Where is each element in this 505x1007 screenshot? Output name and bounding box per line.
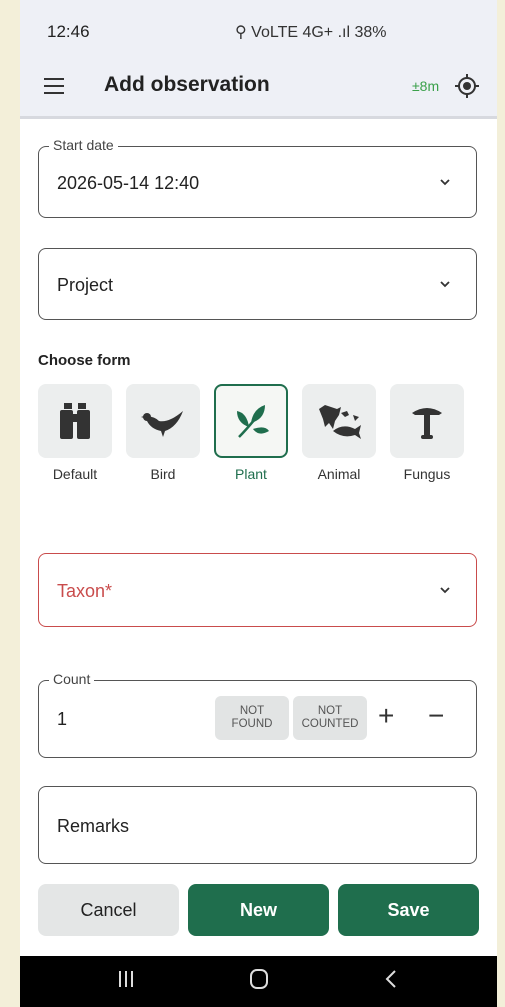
new-button[interactable]: New <box>188 884 329 936</box>
form-option-label: Bird <box>150 466 176 482</box>
form-option-plant[interactable]: Plant <box>214 384 288 482</box>
leaf-icon <box>237 405 269 438</box>
app-bar: Add observation ±8m <box>20 64 497 119</box>
animal-icon <box>319 405 361 439</box>
not-found-label: NOT FOUND <box>231 705 273 730</box>
mushroom-icon <box>412 408 442 439</box>
project-placeholder: Project <box>57 275 114 295</box>
count-value: 1 <box>57 709 68 729</box>
start-date-field[interactable]: Start date 2026-05-14 12:40 <box>38 137 477 218</box>
gps-locate-icon[interactable] <box>454 73 480 99</box>
menu-icon[interactable] <box>44 78 64 96</box>
status-time: 12:46 <box>47 22 90 41</box>
form-option-fungus[interactable]: Fungus <box>390 384 464 482</box>
not-found-button[interactable]: NOT FOUND <box>215 696 289 740</box>
cancel-button[interactable]: Cancel <box>38 884 179 936</box>
count-label: Count <box>49 671 95 687</box>
start-date-value: 2026-05-14 12:40 <box>57 173 200 193</box>
choose-form-label: Choose form <box>38 352 131 369</box>
status-bar: 12:46 ⚲ VoLTE 4G+ .ıl 38% <box>20 0 497 64</box>
remarks-field[interactable]: Remarks <box>38 786 477 864</box>
page-title: Add observation <box>104 73 270 96</box>
system-nav-bar <box>20 956 497 1007</box>
taxon-placeholder: Taxon* <box>57 581 113 601</box>
back-icon[interactable] <box>384 968 398 990</box>
chevron-down-icon <box>440 281 450 288</box>
status-icons: ⚲ VoLTE 4G+ .ıl 38% <box>235 24 387 41</box>
form-option-label: Fungus <box>403 466 451 482</box>
form-option-label: Default <box>52 466 98 482</box>
chevron-down-icon <box>440 179 450 186</box>
form-option-bird[interactable]: Bird <box>126 384 200 482</box>
form-option-default[interactable]: Default <box>38 384 112 482</box>
form-option-animal[interactable]: Animal <box>302 384 376 482</box>
bird-icon <box>141 411 183 437</box>
recent-apps-icon[interactable] <box>118 968 134 990</box>
increment-button[interactable]: + <box>378 700 394 732</box>
not-counted-label: NOT COUNTED <box>301 705 359 730</box>
not-counted-button[interactable]: NOT COUNTED <box>293 696 367 740</box>
start-date-label: Start date <box>49 137 118 153</box>
binoculars-icon <box>60 403 90 439</box>
taxon-field[interactable]: Taxon* <box>38 553 477 627</box>
project-field[interactable]: Project <box>38 248 477 320</box>
form-option-label: Animal <box>317 466 361 482</box>
form-option-label: Plant <box>235 466 267 482</box>
gps-accuracy: ±8m <box>412 78 440 94</box>
save-button[interactable]: Save <box>338 884 479 936</box>
phone-screen: 12:46 ⚲ VoLTE 4G+ .ıl 38% Add observatio… <box>20 0 497 1007</box>
remarks-placeholder: Remarks <box>57 816 130 836</box>
chevron-down-icon <box>440 587 450 594</box>
home-icon[interactable] <box>248 968 270 990</box>
decrement-button[interactable]: − <box>428 700 444 732</box>
